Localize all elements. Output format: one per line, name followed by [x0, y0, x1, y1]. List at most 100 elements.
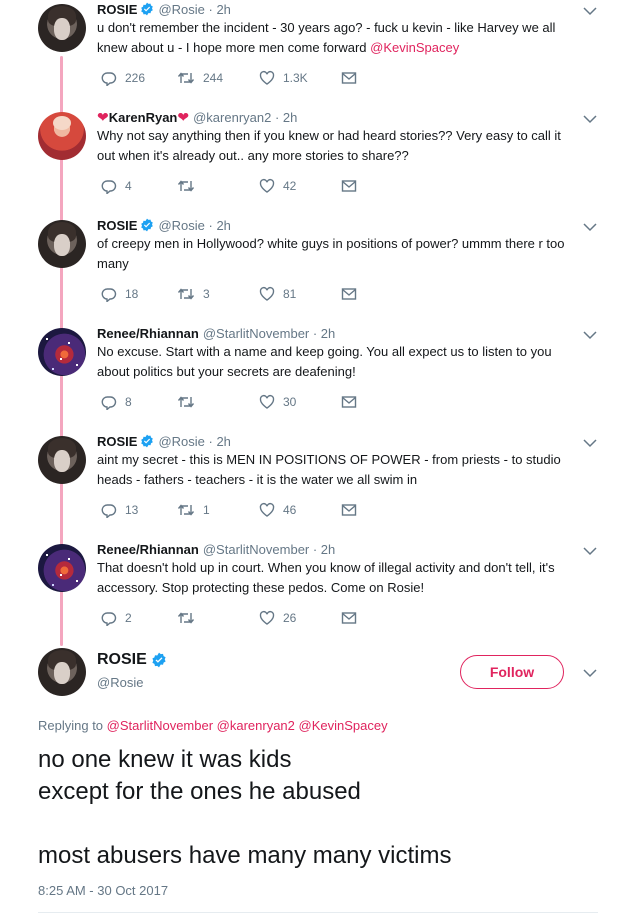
- verified-badge-icon: [152, 652, 166, 668]
- like-button[interactable]: 81: [259, 285, 296, 303]
- like-button[interactable]: 46: [259, 501, 296, 519]
- envelope-icon: [341, 180, 357, 192]
- reply-count: 4: [125, 179, 132, 193]
- author-handle[interactable]: @karenryan2 · 2h: [193, 110, 297, 125]
- like-count: 81: [283, 287, 297, 301]
- retweet-button[interactable]: [177, 609, 203, 627]
- tweet[interactable]: ROSIE @Rosie · 2h u don't remember the i…: [0, 0, 639, 108]
- avatar[interactable]: [38, 112, 86, 160]
- like-count: 26: [283, 611, 297, 625]
- retweet-button[interactable]: 3: [177, 285, 210, 303]
- avatar[interactable]: [38, 328, 86, 376]
- chevron-down-icon[interactable]: [583, 114, 597, 124]
- direct-message-button[interactable]: [341, 285, 357, 303]
- chevron-down-icon[interactable]: [583, 6, 597, 16]
- tweet-header: Renee/Rhiannan @StarlitNovember · 2h: [97, 324, 335, 342]
- heart-icon: [259, 610, 275, 625]
- reply-icon: [101, 180, 117, 194]
- like-button[interactable]: 30: [259, 393, 296, 411]
- direct-message-button[interactable]: [341, 177, 357, 195]
- author-name[interactable]: ROSIE: [97, 434, 137, 449]
- envelope-icon: [341, 504, 357, 516]
- author-handle[interactable]: @Rosie: [97, 675, 143, 690]
- avatar[interactable]: [38, 436, 86, 484]
- name-heart-emoji: ❤: [177, 108, 190, 125]
- chevron-down-icon[interactable]: [583, 438, 597, 448]
- tweet[interactable]: ❤ KarenRyan ❤ @karenryan2 · 2h Why not s…: [0, 108, 639, 216]
- tweet-timestamp[interactable]: 8:25 AM - 30 Oct 2017: [38, 883, 168, 898]
- retweet-button[interactable]: [177, 393, 203, 411]
- author-name[interactable]: ROSIE: [97, 218, 137, 233]
- tweet-header: Renee/Rhiannan @StarlitNovember · 2h: [97, 540, 335, 558]
- author-handle[interactable]: @StarlitNovember · 2h: [203, 542, 335, 557]
- author-handle[interactable]: @Rosie · 2h: [158, 434, 230, 449]
- author-name[interactable]: ROSIE: [97, 651, 147, 669]
- author-handle[interactable]: @Rosie · 2h: [158, 2, 230, 17]
- replying-to-mentions[interactable]: @StarlitNovember @karenryan2 @KevinSpace…: [107, 718, 388, 733]
- reply-button[interactable]: 18: [101, 285, 138, 303]
- direct-message-button[interactable]: [341, 501, 357, 519]
- heart-icon: [259, 178, 275, 193]
- author-name[interactable]: KarenRyan: [109, 110, 178, 125]
- author-handle[interactable]: @StarlitNovember · 2h: [203, 326, 335, 341]
- tweet[interactable]: Renee/Rhiannan @StarlitNovember · 2h No …: [0, 324, 639, 432]
- direct-message-button[interactable]: [341, 69, 357, 87]
- avatar[interactable]: [38, 544, 86, 592]
- like-count: 46: [283, 503, 297, 517]
- mention-link[interactable]: @KevinSpacey: [370, 40, 459, 55]
- reply-button[interactable]: 13: [101, 501, 138, 519]
- replying-to: Replying to @StarlitNovember @karenryan2…: [38, 718, 388, 733]
- reply-icon: [101, 72, 117, 86]
- like-button[interactable]: 42: [259, 177, 296, 195]
- tweet-text-line: no one knew it was kids: [38, 746, 292, 773]
- author-name[interactable]: Renee/Rhiannan: [97, 542, 199, 557]
- retweet-icon: [177, 504, 195, 516]
- tweet[interactable]: Renee/Rhiannan @StarlitNovember · 2h Tha…: [0, 540, 639, 648]
- chevron-down-icon[interactable]: [583, 330, 597, 340]
- tweet-header: ❤ KarenRyan ❤ @karenryan2 · 2h: [97, 108, 297, 126]
- tweet-text: no one knew it was kids except for the o…: [38, 744, 598, 872]
- reply-button[interactable]: 226: [101, 69, 145, 87]
- follow-button[interactable]: Follow: [460, 655, 564, 689]
- direct-message-button[interactable]: [341, 609, 357, 627]
- author-name[interactable]: Renee/Rhiannan: [97, 326, 199, 341]
- divider: [38, 912, 598, 913]
- chevron-down-icon[interactable]: [583, 222, 597, 232]
- retweet-button[interactable]: 1: [177, 501, 210, 519]
- retweet-count: 1: [203, 503, 210, 517]
- tweet[interactable]: ROSIE @Rosie · 2h aint my secret - this …: [0, 432, 639, 540]
- envelope-icon: [341, 72, 357, 84]
- heart-icon: [259, 394, 275, 409]
- author-name[interactable]: ROSIE: [97, 2, 137, 17]
- tweet-header: ROSIE @Rosie · 2h: [97, 0, 231, 18]
- direct-message-button[interactable]: [341, 393, 357, 411]
- reply-icon: [101, 612, 117, 626]
- retweet-button[interactable]: 244: [177, 69, 223, 87]
- reply-icon: [101, 504, 117, 518]
- heart-icon: [259, 286, 275, 301]
- heart-icon: [259, 70, 275, 85]
- avatar[interactable]: [38, 648, 86, 696]
- envelope-icon: [341, 288, 357, 300]
- tweet-header: ROSIE @Rosie · 2h: [97, 432, 231, 450]
- chevron-down-icon[interactable]: [583, 546, 597, 556]
- like-count: 42: [283, 179, 297, 193]
- reply-button[interactable]: 2: [101, 609, 132, 627]
- reply-button[interactable]: 8: [101, 393, 132, 411]
- tweet-text-line: except for the ones he abused: [38, 778, 361, 805]
- retweet-icon: [177, 396, 195, 408]
- chevron-down-icon[interactable]: [583, 668, 597, 678]
- author-handle[interactable]: @Rosie · 2h: [158, 218, 230, 233]
- retweet-button[interactable]: [177, 177, 203, 195]
- reply-button[interactable]: 4: [101, 177, 132, 195]
- tweet[interactable]: ROSIE @Rosie · 2h of creepy men in Holly…: [0, 216, 639, 324]
- name-heart-emoji: ❤: [97, 108, 109, 125]
- tweet-text-content: u don't remember the incident - 30 years…: [97, 20, 556, 55]
- tweet-text: aint my secret - this is MEN IN POSITION…: [97, 452, 561, 487]
- verified-badge-icon: [141, 434, 154, 448]
- verified-badge-icon: [141, 2, 154, 16]
- like-button[interactable]: 26: [259, 609, 296, 627]
- avatar[interactable]: [38, 4, 86, 52]
- avatar[interactable]: [38, 220, 86, 268]
- like-button[interactable]: 1.3K: [259, 69, 308, 87]
